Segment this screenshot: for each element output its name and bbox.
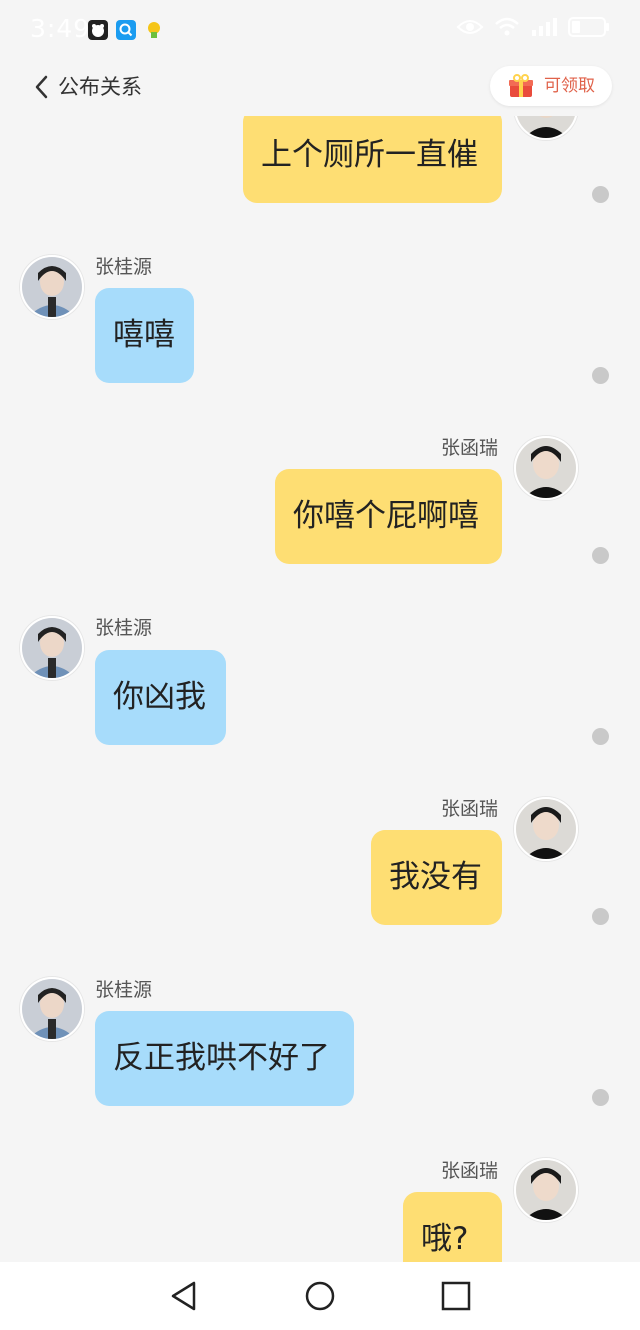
message-bubble[interactable]: 你凶我 xyxy=(95,650,226,745)
message-status-dot xyxy=(592,1089,609,1106)
wifi-icon xyxy=(494,16,520,42)
chat-message-list[interactable]: 上个厕所一直催 张桂源 嘻嘻 张函瑞 你嘻个屁啊嘻 张桂源 你凶我 张函瑞 我没… xyxy=(0,116,640,1262)
back-arrow-icon[interactable] xyxy=(32,72,52,102)
message-status-dot xyxy=(592,367,609,384)
avatar-zhang-hanrui[interactable] xyxy=(514,797,578,861)
sender-name: 张函瑞 xyxy=(441,1160,499,1182)
back-triangle-icon[interactable] xyxy=(168,1280,200,1312)
system-nav-bar xyxy=(0,1262,640,1330)
message-bubble[interactable]: 上个厕所一直催 xyxy=(243,116,502,203)
reward-claim-button[interactable]: 可领取 xyxy=(490,66,612,106)
reward-claim-label: 可领取 xyxy=(544,76,595,96)
sender-name: 张函瑞 xyxy=(441,437,499,459)
avatar-zhang-hanrui[interactable] xyxy=(514,1158,578,1222)
sender-name: 张桂源 xyxy=(95,979,153,1001)
chat-header: 公布关系 可领取 xyxy=(0,60,640,116)
avatar-zhang-hanrui[interactable] xyxy=(514,116,578,140)
home-circle-icon[interactable] xyxy=(304,1280,336,1312)
system-icons xyxy=(456,16,610,42)
eye-icon xyxy=(456,17,484,41)
sender-name: 张桂源 xyxy=(95,256,153,278)
status-time: 3:49 xyxy=(30,14,91,43)
bear-icon xyxy=(88,20,108,40)
battery-icon xyxy=(568,16,610,42)
message-status-dot xyxy=(592,547,609,564)
gift-icon xyxy=(508,74,534,98)
search-app-icon xyxy=(116,20,136,40)
message-bubble[interactable]: 反正我哄不好了 xyxy=(95,1011,354,1106)
avatar-zhang-hanrui[interactable] xyxy=(514,436,578,500)
sender-name: 张函瑞 xyxy=(441,798,499,820)
avatar-zhang-guiyuan[interactable] xyxy=(20,255,84,319)
avatar-zhang-guiyuan[interactable] xyxy=(20,616,84,680)
message-bubble[interactable]: 哦? xyxy=(403,1192,502,1262)
signal-icon xyxy=(530,16,558,42)
android-icon xyxy=(144,20,164,40)
avatar-zhang-guiyuan[interactable] xyxy=(20,977,84,1041)
message-status-dot xyxy=(592,186,609,203)
message-bubble[interactable]: 你嘻个屁啊嘻 xyxy=(275,469,502,564)
message-bubble[interactable]: 嘻嘻 xyxy=(95,288,194,383)
message-status-dot xyxy=(592,728,609,745)
chat-title: 公布关系 xyxy=(58,75,142,99)
recents-square-icon[interactable] xyxy=(440,1280,472,1312)
status-bar: 3:49 xyxy=(0,0,640,60)
message-status-dot xyxy=(592,908,609,925)
message-bubble[interactable]: 我没有 xyxy=(371,830,502,925)
sender-name: 张桂源 xyxy=(95,617,153,639)
